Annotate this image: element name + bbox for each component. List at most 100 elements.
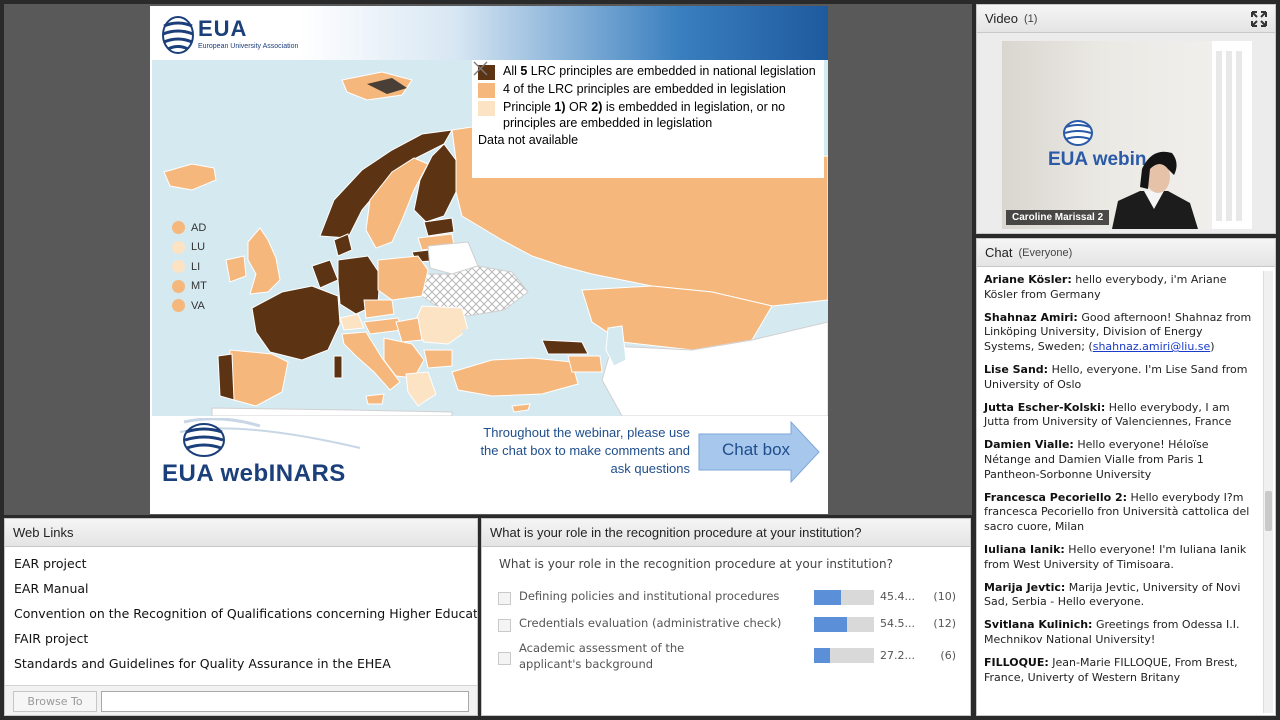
slide-footer: EUA webINARS Throughout the webinar, ple… (150, 416, 828, 514)
small-state-dot (172, 260, 185, 274)
eua-logo-subtitle: European University Association (198, 43, 299, 50)
chat-scope[interactable]: (Everyone) (1018, 247, 1072, 259)
poll-result-count: (12) (933, 617, 956, 630)
poll-option-checkbox[interactable] (498, 592, 511, 605)
chat-scrollbar-thumb[interactable] (1265, 491, 1272, 531)
map-region-france (251, 285, 341, 361)
chat-pod-title: Chat (985, 245, 1013, 260)
legend-item-one-or-two: Principle 1) OR 2) is embedded in legisl… (478, 100, 818, 131)
small-states-legend: AD LU LI MT VA (172, 218, 207, 316)
map-region-iceland (163, 163, 217, 191)
map-region-ireland (225, 255, 247, 283)
legend-item-all-five: All 5 LRC principles are embedded in nat… (478, 64, 818, 80)
legend-swatch-orange (478, 83, 495, 98)
web-link-item[interactable]: Convention on the Recognition of Qualifi… (5, 601, 477, 626)
eua-logo-text: EUA (198, 16, 248, 41)
web-link-item[interactable]: Standards and Guidelines for Quality Ass… (5, 651, 477, 676)
small-state-li: LI (172, 257, 207, 277)
chat-instruction-text: Throughout the webinar, please use the c… (480, 425, 690, 476)
poll-pod-header: What is your role in the recognition pro… (482, 519, 970, 547)
small-state-lu: LU (172, 238, 207, 258)
video-pod: Video (1) EUA webin Caroline Marissal 2 (976, 4, 1276, 234)
legend-text-1-pre: All (503, 64, 521, 78)
map-region-czechia (363, 299, 395, 319)
url-input[interactable] (101, 691, 469, 712)
legend-swatch-light-peach (478, 101, 495, 116)
chat-sender: Marija Jevtic: (984, 580, 1066, 594)
map-region-benelux (311, 259, 339, 289)
poll-result-bar (814, 648, 874, 663)
map-region-cyprus (511, 403, 531, 413)
poll-option-label: Academic assessment of the applicant's b… (519, 641, 685, 671)
map-region-austria (363, 317, 403, 335)
poll-option-label: Defining policies and institutional proc… (519, 589, 780, 603)
poll-option-label: Credentials evaluation (administrative c… (519, 616, 782, 630)
chat-sender: Svitlana Kulinich: (984, 618, 1093, 632)
chat-message: Lise Sand: Hello, everyone. I'm Lise San… (984, 363, 1255, 393)
chat-sender: Francesca Pecoriello 2: (984, 490, 1128, 504)
small-state-label: MT (191, 280, 207, 293)
map-region-bulgaria (423, 349, 453, 369)
poll-result-percent: 45.4... (880, 590, 915, 603)
video-wall-text: EUA webin (1048, 149, 1147, 170)
poll-question: What is your role in the recognition pro… (499, 557, 893, 571)
map-region-black-sea (462, 322, 540, 360)
map-region-hungary (395, 317, 423, 343)
small-state-dot (172, 240, 185, 254)
adobe-connect-room: EUA European University Association All … (0, 0, 1280, 720)
chat-message: FILLOQUE: Jean-Marie FILLOQUE, From Bres… (984, 656, 1255, 686)
map-region-sicily (365, 393, 385, 405)
poll-option-checkbox[interactable] (498, 652, 511, 665)
legend-text-1-post: LRC principles are embedded in national … (527, 64, 816, 78)
video-pod-header: Video (1) (977, 5, 1275, 33)
map-region-georgia (541, 339, 589, 355)
chat-message: Jutta Escher-Kolski: Hello everybody, I … (984, 401, 1255, 431)
poll-result-count: (6) (940, 649, 956, 662)
chat-message: Ariane Kösler: hello everybody, i'm Aria… (984, 273, 1255, 303)
video-feed[interactable]: EUA webin Caroline Marissal 2 (1002, 41, 1252, 229)
presenter-video-image: EUA webin (1048, 41, 1252, 229)
small-state-mt: MT (172, 277, 207, 297)
chat-message: Marija Jevtic: Marija Jevtic, University… (984, 581, 1255, 611)
map-region-greece (405, 371, 437, 407)
europe-map: All 5 LRC principles are embedded in nat… (152, 60, 828, 416)
poll-result-fill (814, 648, 831, 663)
small-state-label: LU (191, 241, 206, 254)
video-count: (1) (1024, 12, 1038, 25)
web-links-header: Web Links (5, 519, 477, 547)
chat-pod-header: Chat (Everyone) (977, 239, 1275, 267)
legend-text-3-bold: 1) (554, 100, 566, 114)
web-link-item[interactable]: FAIR project (5, 626, 477, 651)
map-region-spain (227, 349, 289, 407)
chat-box-arrow-label: Chat box (722, 440, 791, 459)
poll-option: Academic assessment of the applicant's b… (482, 641, 972, 677)
chat-scrollbar[interactable] (1263, 271, 1273, 713)
poll-result-bar (814, 590, 874, 605)
web-links-list: EAR project EAR Manual Convention on the… (5, 551, 477, 681)
legend-item-no-data: Data not available (473, 61, 818, 149)
map-region-poland (377, 255, 429, 301)
browse-to-button[interactable]: Browse To (13, 691, 97, 712)
poll-option: Defining policies and institutional proc… (482, 585, 972, 612)
small-state-label: AD (191, 221, 207, 234)
poll-pod-title: What is your role in the recognition pro… (490, 525, 862, 540)
chat-email-link[interactable]: shahnaz.amiri@liu.se (1093, 340, 1211, 353)
poll-result-fill (814, 617, 847, 632)
fullscreen-icon[interactable] (1251, 11, 1267, 27)
chat-message: Svitlana Kulinich: Greetings from Odessa… (984, 618, 1255, 648)
web-link-item[interactable]: EAR Manual (5, 576, 477, 601)
chat-text-after: ) (1210, 340, 1215, 354)
chat-message: Francesca Pecoriello 2: Hello everybody … (984, 491, 1255, 535)
poll-option-checkbox[interactable] (498, 619, 511, 632)
web-link-item[interactable]: EAR project (5, 551, 477, 576)
poll-result-percent: 27.2... (880, 649, 915, 662)
chat-message: Iuliana Ianik: Hello everyone! I'm Iulia… (984, 543, 1255, 573)
small-state-dot (172, 279, 185, 293)
legend-text-3-pre: Principle (503, 100, 555, 114)
chat-message-list[interactable]: Ariane Kösler: hello everybody, i'm Aria… (977, 269, 1261, 715)
chat-sender: Ariane Kösler: (984, 273, 1072, 286)
legend-text-2: 4 of the LRC principles are embedded in … (503, 82, 786, 96)
chat-message: Damien Vialle: Hello everyone! Héloïse N… (984, 438, 1255, 482)
small-state-ad: AD (172, 218, 207, 238)
cross-icon (473, 61, 488, 76)
